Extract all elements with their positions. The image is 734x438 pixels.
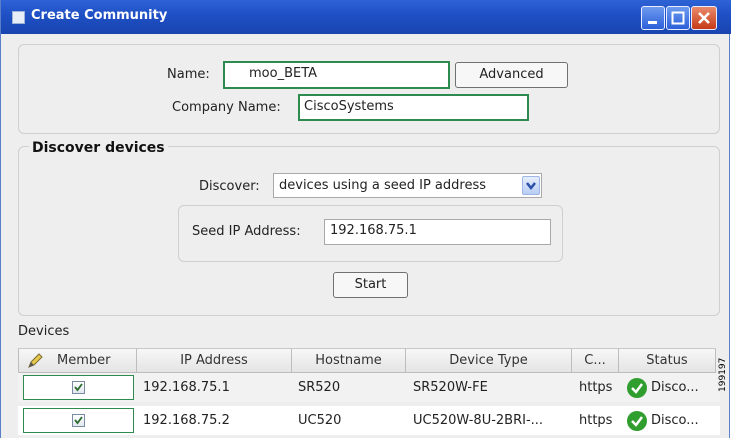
- column-header-status[interactable]: Status: [619, 348, 716, 373]
- devices-label: Devices: [18, 324, 70, 339]
- seed-ip-field[interactable]: 192.168.75.1: [324, 219, 551, 245]
- close-icon: [698, 12, 710, 24]
- advanced-button[interactable]: Advanced: [455, 62, 568, 88]
- member-cell: [23, 408, 134, 433]
- close-button[interactable]: [691, 6, 717, 30]
- status-cell: Disco...: [651, 413, 699, 428]
- discover-value: devices using a seed IP address: [279, 178, 486, 193]
- member-checkbox[interactable]: [72, 381, 85, 394]
- discover-dropdown[interactable]: devices using a seed IP address: [273, 173, 542, 198]
- status-ok-icon: [627, 378, 647, 398]
- discover-devices-title: Discover devices: [29, 140, 168, 156]
- pencil-icon: [28, 353, 43, 368]
- maximize-icon: [671, 11, 685, 25]
- maximize-button[interactable]: [666, 6, 690, 30]
- create-community-window: Create Community Name: moo_BETA Advanced…: [0, 0, 731, 438]
- column-header-connection[interactable]: C...: [572, 348, 619, 373]
- device-type-cell: SR520W-FE: [413, 380, 488, 395]
- column-header-member[interactable]: Member: [18, 348, 137, 373]
- table-row[interactable]: 192.168.75.1 SR520 SR520W-FE https Disco…: [18, 373, 720, 402]
- column-header-ip[interactable]: IP Address: [137, 348, 292, 373]
- checkmark-icon: [74, 416, 83, 425]
- device-type-cell: UC520W-8U-2BRI-...: [413, 413, 544, 428]
- discover-devices-panel: Discover devices Discover: devices using…: [18, 140, 720, 316]
- start-button[interactable]: Start: [333, 272, 408, 298]
- column-header-hostname[interactable]: Hostname: [292, 348, 406, 373]
- minimize-icon: [648, 21, 657, 24]
- member-checkbox[interactable]: [72, 414, 85, 427]
- figure-id: 199197: [718, 357, 728, 392]
- checkmark-icon: [74, 383, 83, 392]
- ip-cell: 192.168.75.2: [143, 413, 230, 428]
- status-cell: Disco...: [651, 380, 699, 395]
- app-icon: [12, 11, 25, 24]
- window-title: Create Community: [31, 8, 168, 23]
- community-panel: Name: moo_BETA Advanced Company Name: Ci…: [18, 44, 720, 134]
- connection-cell: https: [579, 380, 613, 395]
- company-name-label: Company Name:: [172, 100, 281, 115]
- chevron-down-icon[interactable]: [522, 176, 540, 195]
- seed-ip-label: Seed IP Address:: [192, 224, 301, 239]
- member-cell: [23, 375, 134, 400]
- name-field[interactable]: moo_BETA: [223, 61, 450, 89]
- seed-ip-panel: Seed IP Address: 192.168.75.1: [178, 205, 563, 262]
- title-bar[interactable]: Create Community: [1, 0, 731, 34]
- discover-label: Discover:: [199, 179, 260, 194]
- column-header-device-type[interactable]: Device Type: [406, 348, 572, 373]
- hostname-cell: SR520: [298, 380, 341, 395]
- connection-cell: https: [579, 413, 613, 428]
- minimize-button[interactable]: [641, 6, 665, 30]
- member-header-label: Member: [57, 353, 111, 368]
- status-ok-icon: [627, 411, 647, 431]
- name-label: Name:: [167, 67, 210, 82]
- table-row[interactable]: 192.168.75.2 UC520 UC520W-8U-2BRI-... ht…: [18, 406, 720, 435]
- hostname-cell: UC520: [298, 413, 342, 428]
- company-name-field[interactable]: CiscoSystems: [298, 94, 529, 121]
- ip-cell: 192.168.75.1: [143, 380, 230, 395]
